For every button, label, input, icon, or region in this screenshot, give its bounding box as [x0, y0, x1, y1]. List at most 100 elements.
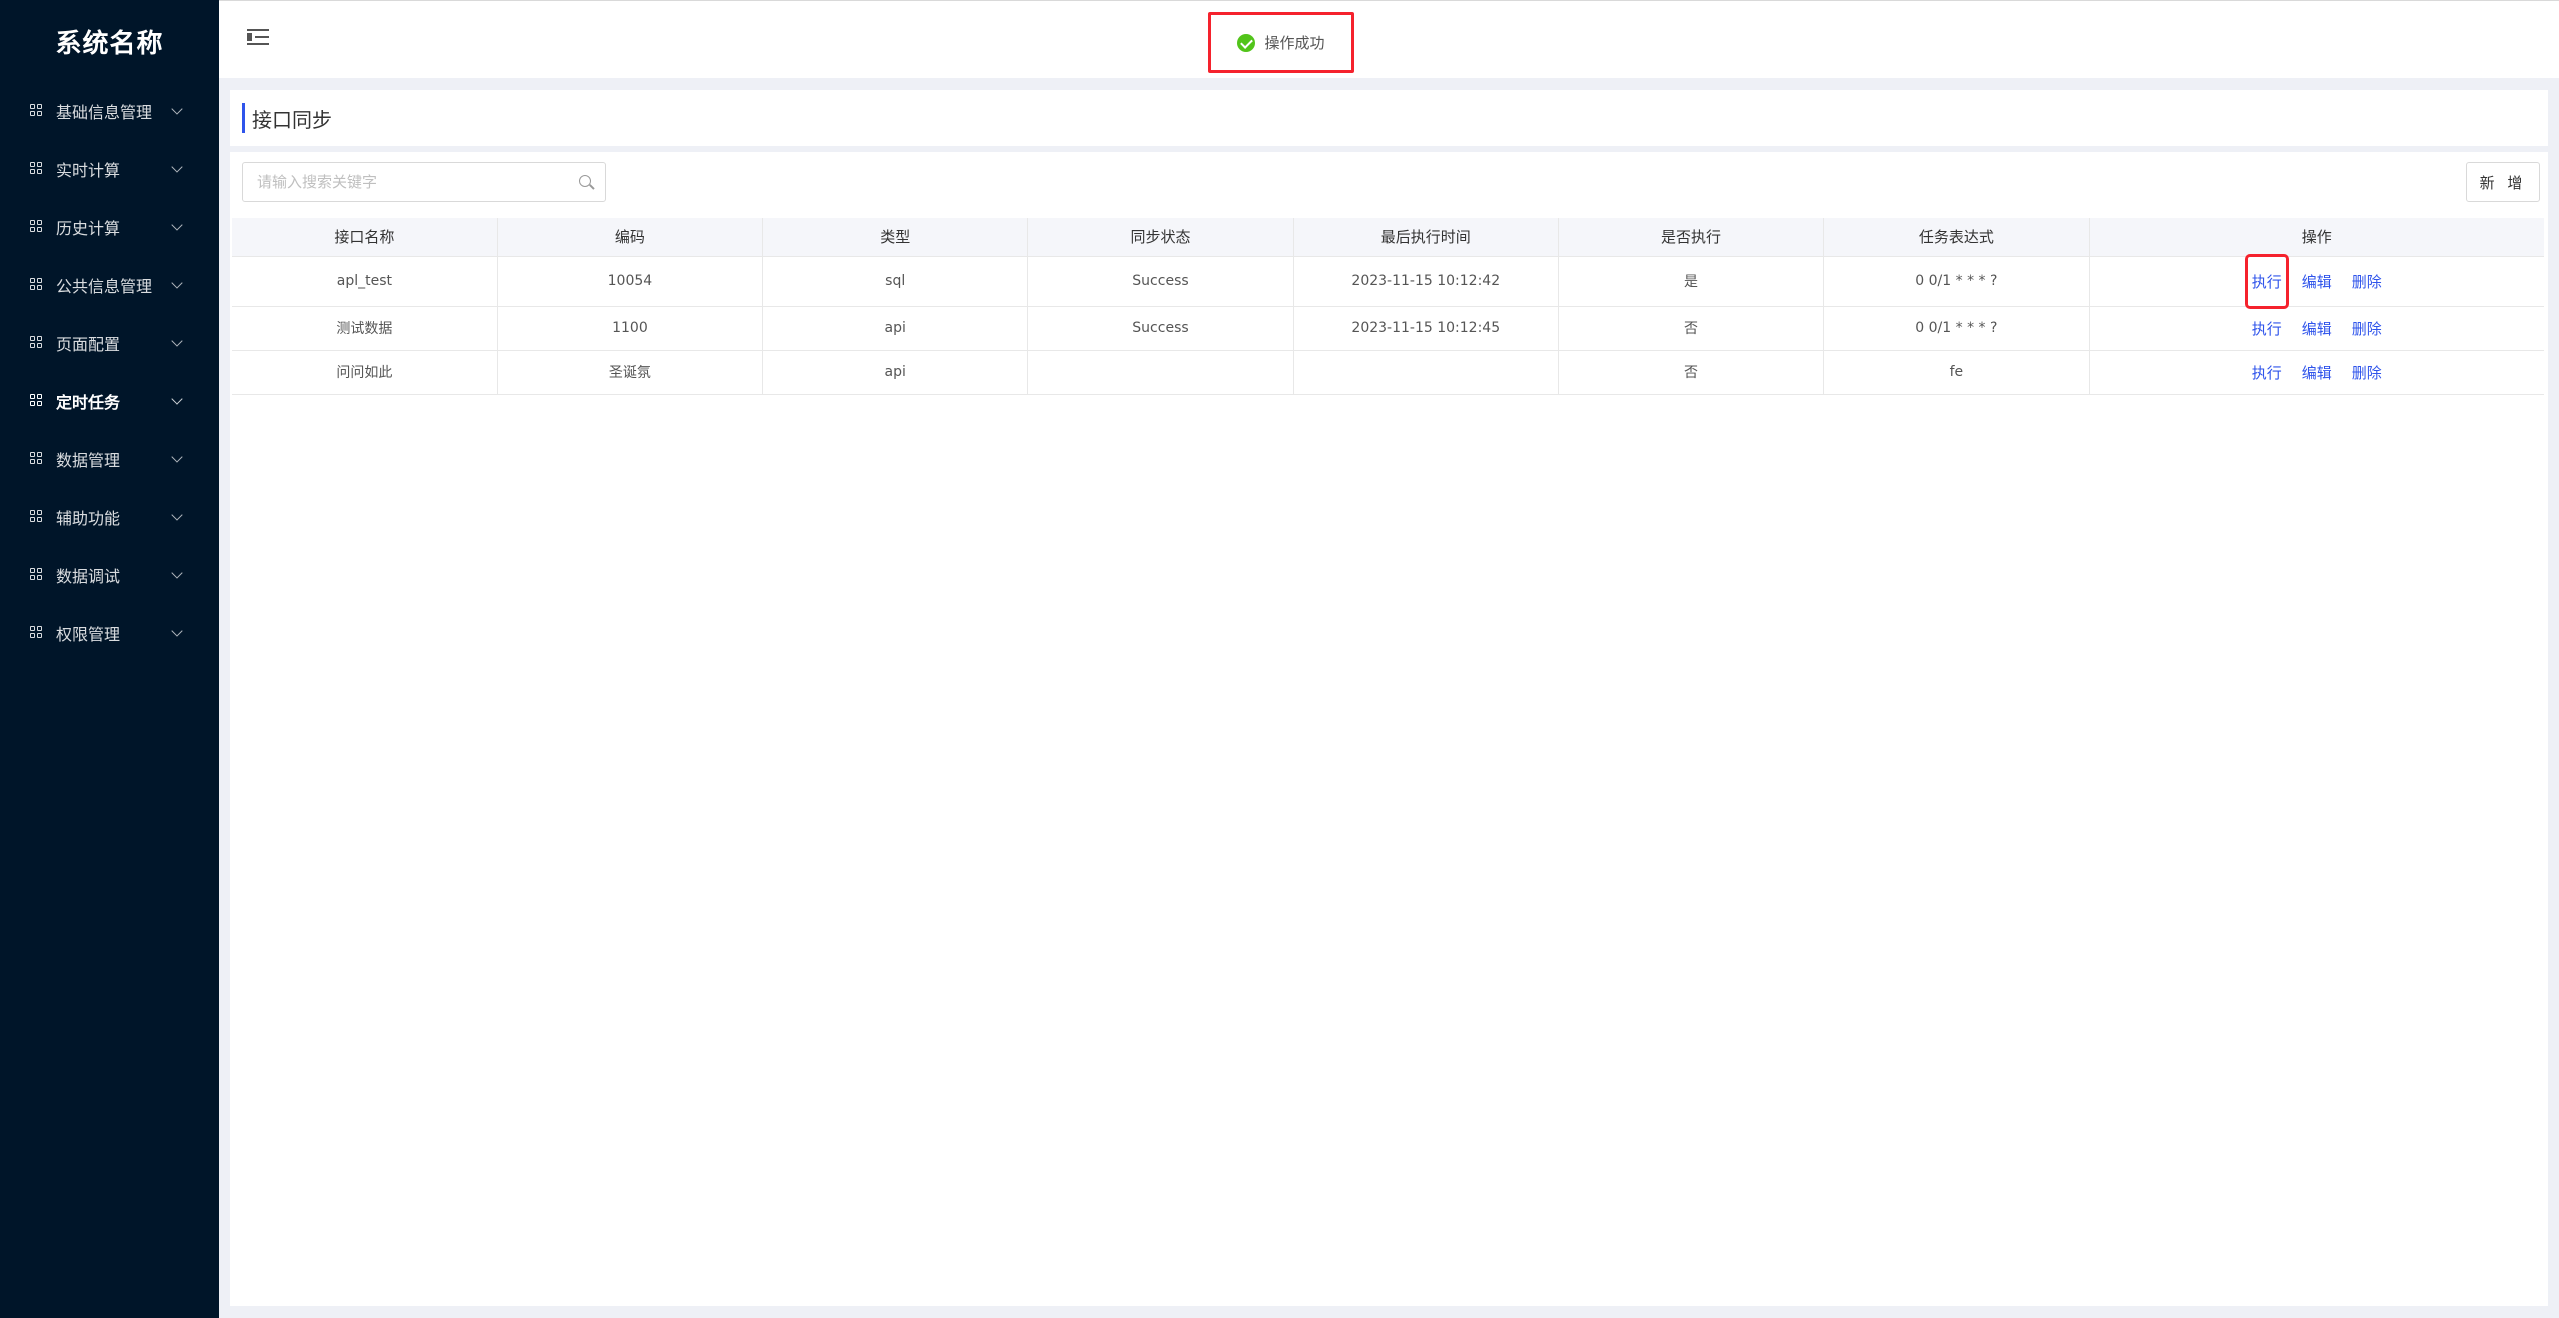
sidebar-item-label: 辅助功能: [56, 509, 121, 528]
sidebar-item-label: 实时计算: [56, 161, 121, 180]
cell-code: 圣诞氛: [497, 350, 764, 395]
edit-button[interactable]: 编辑: [2302, 271, 2332, 292]
column-header: 类型: [762, 218, 1029, 257]
delete-button[interactable]: 删除: [2352, 362, 2382, 383]
execute-button[interactable]: 执行: [2252, 318, 2282, 339]
sidebar-item-data-management[interactable]: 数据管理: [0, 430, 219, 488]
sidebar-item-auxiliary[interactable]: 辅助功能: [0, 488, 219, 546]
chevron-down-icon: [171, 392, 183, 405]
chevron-down-icon: [171, 276, 183, 289]
grid-icon: [30, 568, 44, 582]
column-header: 同步状态: [1027, 218, 1294, 257]
sidebar-item-realtime-calc[interactable]: 实时计算: [0, 140, 219, 198]
sidebar-item-public-info[interactable]: 公共信息管理: [0, 256, 219, 314]
cell-actions: 执行 编辑 删除: [2089, 350, 2544, 395]
menu-fold-icon[interactable]: [247, 29, 269, 47]
table-row: 问问如此 圣诞氛 api 否 fe 执行 编辑 删除: [232, 350, 2544, 395]
cell-cron: 0 0/1 * * * ?: [1823, 256, 2090, 307]
edit-button[interactable]: 编辑: [2302, 362, 2332, 383]
sidebar-item-data-debug[interactable]: 数据调试: [0, 546, 219, 604]
grid-icon: [30, 220, 44, 234]
search-icon[interactable]: [579, 175, 591, 187]
cell-actions: 执行 编辑 删除: [2089, 306, 2544, 351]
cell-cron: 0 0/1 * * * ?: [1823, 306, 2090, 351]
delete-button[interactable]: 删除: [2352, 318, 2382, 339]
cell-name: 问问如此: [232, 350, 498, 395]
execute-button[interactable]: 执行: [2252, 362, 2282, 383]
chevron-down-icon: [171, 334, 183, 347]
success-toast: 操作成功: [1208, 12, 1354, 73]
cell-status: Success: [1027, 256, 1294, 307]
chevron-down-icon: [171, 218, 183, 231]
sidebar-item-history-calc[interactable]: 历史计算: [0, 198, 219, 256]
column-header: 是否执行: [1558, 218, 1825, 257]
table-header-row: 接口名称 编码 类型 同步状态 最后执行时间 是否执行 任务表达式 操作: [232, 218, 2544, 257]
sidebar-item-label: 数据调试: [56, 567, 121, 586]
sidebar-item-page-config[interactable]: 页面配置: [0, 314, 219, 372]
chevron-down-icon: [171, 566, 183, 579]
chevron-down-icon: [171, 102, 183, 115]
grid-icon: [30, 452, 44, 466]
grid-icon: [30, 278, 44, 292]
sidebar-item-label: 历史计算: [56, 219, 121, 238]
column-header: 编码: [497, 218, 764, 257]
sidebar-item-permissions[interactable]: 权限管理: [0, 604, 219, 662]
column-header: 任务表达式: [1823, 218, 2090, 257]
sidebar-item-label: 定时任务: [56, 393, 121, 412]
sidebar-item-label: 公共信息管理: [56, 277, 153, 296]
sidebar-item-label: 基础信息管理: [56, 103, 153, 122]
cell-type: api: [762, 306, 1029, 351]
column-header: 接口名称: [232, 218, 498, 257]
edit-button[interactable]: 编辑: [2302, 318, 2332, 339]
cell-status: [1027, 350, 1294, 395]
grid-icon: [30, 394, 44, 408]
cell-enabled: 否: [1558, 306, 1825, 351]
chevron-down-icon: [171, 160, 183, 173]
cell-enabled: 否: [1558, 350, 1825, 395]
grid-icon: [30, 336, 44, 350]
column-header: 操作: [2089, 218, 2544, 257]
search-input[interactable]: [243, 163, 563, 201]
execute-button[interactable]: 执行: [2244, 253, 2289, 309]
sidebar-item-label: 数据管理: [56, 451, 121, 470]
cell-type: api: [762, 350, 1029, 395]
sync-table: 接口名称 编码 类型 同步状态 最后执行时间 是否执行 任务表达式 操作 apl…: [232, 218, 2544, 395]
cell-actions: 执行 编辑 删除: [2089, 253, 2544, 309]
cell-last-time: 2023-11-15 10:12:45: [1293, 306, 1559, 351]
brand-title: 系统名称: [55, 28, 164, 59]
grid-icon: [30, 626, 44, 640]
sidebar-menu: 基础信息管理 实时计算 历史计算 公共信息管理 页面配置 定时任务 数据管理 辅…: [0, 82, 219, 662]
sidebar-item-basic-info[interactable]: 基础信息管理: [0, 82, 219, 140]
check-circle-icon: [1237, 33, 1256, 52]
grid-icon: [30, 104, 44, 118]
toast-message: 操作成功: [1264, 34, 1325, 52]
cell-type: sql: [762, 256, 1029, 307]
cell-name: apl_test: [232, 256, 498, 307]
cell-cron: fe: [1823, 350, 2090, 395]
cell-status: Success: [1027, 306, 1294, 351]
table-row: apl_test 10054 sql Success 2023-11-15 10…: [232, 253, 2544, 309]
sidebar-item-scheduled-tasks[interactable]: 定时任务: [0, 372, 219, 430]
chevron-down-icon: [171, 624, 183, 637]
table-row: 测试数据 1100 api Success 2023-11-15 10:12:4…: [232, 306, 2544, 351]
top-header: [219, 0, 2559, 78]
sidebar-item-label: 页面配置: [56, 335, 121, 354]
chevron-down-icon: [171, 450, 183, 463]
page-title-card: 接口同步: [230, 90, 2548, 146]
main-content: 新 增 接口名称 编码 类型 同步状态 最后执行时间 是否执行 任务表达式 操作…: [230, 152, 2548, 1306]
chevron-down-icon: [171, 508, 183, 521]
sidebar: 系统名称 基础信息管理 实时计算 历史计算 公共信息管理 页面配置 定时任务 数…: [0, 0, 219, 1318]
cell-last-time: [1293, 350, 1559, 395]
sidebar-item-label: 权限管理: [56, 625, 121, 644]
add-button[interactable]: 新 增: [2466, 162, 2540, 202]
column-header: 最后执行时间: [1293, 218, 1559, 257]
title-accent-bar: [242, 103, 245, 133]
search-box: [242, 162, 606, 202]
cell-enabled: 是: [1558, 256, 1825, 307]
cell-last-time: 2023-11-15 10:12:42: [1293, 256, 1559, 307]
delete-button[interactable]: 删除: [2352, 271, 2382, 292]
grid-icon: [30, 510, 44, 524]
cell-code: 10054: [497, 256, 764, 307]
page-title: 接口同步: [252, 108, 332, 132]
cell-code: 1100: [497, 306, 764, 351]
